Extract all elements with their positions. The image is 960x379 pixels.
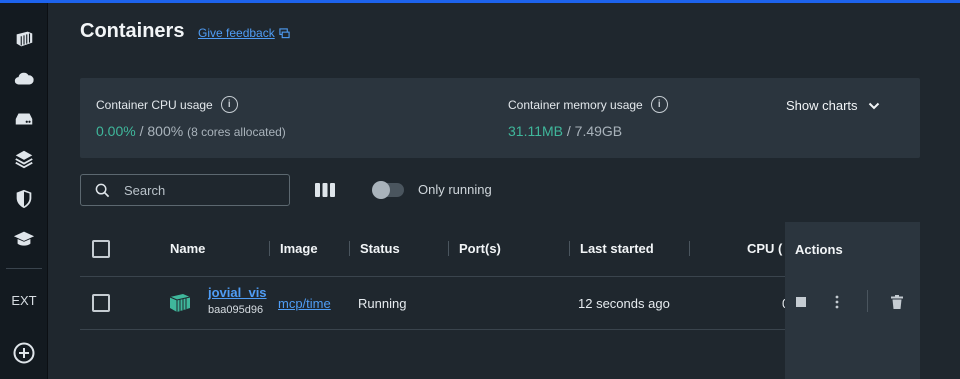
actions-divider: [867, 290, 868, 312]
give-feedback-link[interactable]: Give feedback: [198, 26, 290, 40]
memory-total: 7.49GB: [574, 123, 623, 139]
delete-icon[interactable]: [890, 294, 904, 310]
volumes-icon[interactable]: [12, 107, 36, 131]
container-icon: [168, 292, 192, 314]
column-header-ports[interactable]: Port(s): [459, 241, 501, 256]
show-charts-button[interactable]: Show charts: [786, 98, 880, 113]
column-header-cpu[interactable]: CPU (: [747, 241, 782, 256]
column-header-actions: Actions: [795, 242, 843, 257]
memory-used: 31.11MB: [508, 123, 563, 139]
select-all-checkbox[interactable]: [92, 240, 110, 258]
usage-stats-panel: Container CPU usage i 0.00% / 800% (8 co…: [80, 78, 920, 158]
cpu-separator: /: [135, 123, 148, 139]
container-name-cell: jovial_vis baa095d96: [208, 285, 270, 316]
top-accent-bar: [0, 0, 960, 3]
column-divider[interactable]: [448, 241, 449, 256]
cpu-total: 800%: [147, 123, 184, 139]
containers-icon[interactable]: [12, 27, 36, 51]
toggle-knob: [372, 181, 390, 199]
container-status: Running: [358, 296, 407, 311]
cpu-cores-note: (8 cores allocated): [187, 125, 286, 139]
columns-toggle-icon[interactable]: [314, 181, 336, 199]
container-last-started: 12 seconds ago: [578, 296, 670, 311]
add-extension-icon[interactable]: [12, 341, 36, 365]
actions-column: Actions: [785, 222, 920, 379]
column-divider[interactable]: [349, 241, 350, 256]
extensions-label[interactable]: EXT: [0, 293, 48, 308]
show-charts-label: Show charts: [786, 98, 858, 113]
sidebar-divider: [6, 268, 42, 269]
column-header-image[interactable]: Image: [280, 241, 318, 256]
learn-icon[interactable]: [12, 227, 36, 251]
more-options-icon[interactable]: [832, 294, 842, 310]
info-icon[interactable]: i: [650, 96, 668, 113]
cloud-icon[interactable]: [12, 67, 36, 91]
row-checkbox[interactable]: [92, 294, 110, 312]
container-name-link[interactable]: jovial_vis: [208, 285, 270, 300]
memory-usage-label: Container memory usage i: [508, 96, 668, 113]
memory-usage-value: 31.11MB / 7.49GB: [508, 123, 622, 139]
search-input[interactable]: [124, 182, 274, 198]
give-feedback-label: Give feedback: [198, 26, 275, 40]
container-id: baa095d96: [208, 304, 264, 316]
column-header-status[interactable]: Status: [360, 241, 400, 256]
only-running-label: Only running: [418, 182, 492, 197]
cpu-usage-label: Container CPU usage i: [96, 96, 238, 113]
search-box[interactable]: [80, 174, 290, 206]
column-divider[interactable]: [269, 241, 270, 256]
cpu-percent: 0.00%: [96, 123, 136, 139]
column-divider[interactable]: [689, 241, 690, 256]
sidebar: EXT: [0, 3, 48, 379]
container-image-link[interactable]: mcp/time: [278, 296, 331, 311]
memory-separator: /: [563, 123, 575, 139]
cpu-usage-label-text: Container CPU usage: [96, 97, 213, 112]
only-running-toggle[interactable]: [372, 181, 404, 199]
page-title: Containers: [80, 20, 185, 42]
scout-shield-icon[interactable]: [12, 187, 36, 211]
column-header-name[interactable]: Name: [170, 241, 205, 256]
stop-icon[interactable]: [795, 296, 807, 308]
memory-usage-label-text: Container memory usage: [508, 97, 643, 112]
builds-icon[interactable]: [12, 147, 36, 171]
chevron-down-icon: [868, 102, 879, 109]
cpu-usage-value: 0.00% / 800% (8 cores allocated): [96, 123, 286, 139]
feedback-icon: [279, 27, 290, 38]
info-icon[interactable]: i: [220, 96, 238, 113]
search-icon: [95, 183, 110, 197]
column-divider[interactable]: [569, 241, 570, 256]
column-header-last-started[interactable]: Last started: [580, 241, 654, 256]
